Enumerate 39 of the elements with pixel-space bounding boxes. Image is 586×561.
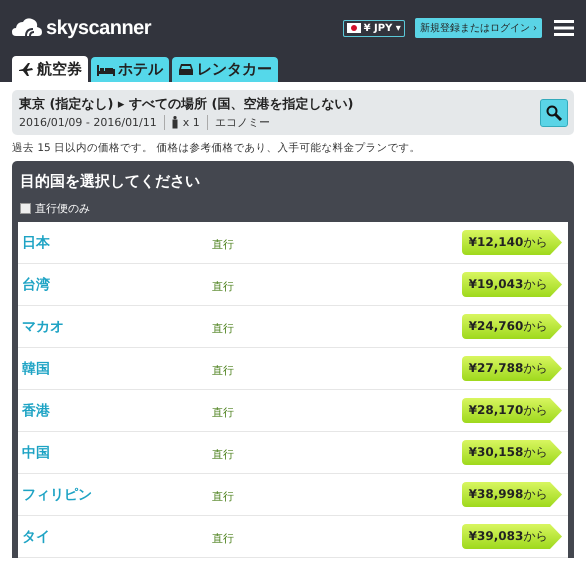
person-icon — [172, 116, 178, 129]
menu-icon[interactable] — [554, 20, 574, 36]
stops-text: 直行 — [212, 531, 235, 546]
cabin-text: エコノミー — [214, 115, 270, 130]
bed-icon — [97, 62, 115, 76]
price-note: 過去 15 日以内の価格です。 価格は参考価格であり、入手可能な料金プランです。 — [12, 141, 422, 155]
stops-text: 直行 — [212, 447, 235, 462]
logo-text[interactable]: skyscanner — [46, 16, 152, 40]
price-button[interactable]: ¥38,998から — [462, 482, 562, 507]
currency-selector[interactable]: ¥ JPY ▾ — [342, 20, 405, 36]
price-button[interactable]: ¥27,788から — [462, 356, 562, 381]
search-summary-card[interactable]: 東京 (指定なし) ▸ すべての場所 (国、空港を指定しない) 2016/01/09 - 2016/01/11 x 1 エコノミー — [12, 90, 574, 135]
stops-text: 直行 — [212, 279, 235, 294]
plane-icon — [18, 61, 34, 77]
dates-text: 2016/01/09 - 2016/01/11 — [19, 116, 157, 129]
travellers-text: x 1 — [182, 116, 200, 129]
price-button[interactable]: ¥39,083から — [462, 524, 562, 549]
price-button[interactable]: ¥19,043から — [462, 272, 562, 297]
stops-text: 直行 — [212, 405, 235, 420]
route-text: 東京 (指定なし) ▸ すべての場所 (国、空港を指定しない) — [19, 96, 354, 113]
price-button[interactable]: ¥24,760から — [462, 314, 562, 339]
search-button[interactable] — [540, 98, 568, 126]
tab[interactable]: レンタカー — [172, 57, 278, 82]
tab[interactable]: ホテル — [91, 57, 169, 82]
price-button[interactable]: ¥28,170から — [462, 398, 562, 423]
tab[interactable]: 航空券 — [12, 56, 88, 82]
search-icon — [546, 104, 562, 120]
stops-text: 直行 — [212, 321, 235, 336]
price-button[interactable]: ¥30,158から — [462, 440, 562, 465]
stops-text: 直行 — [212, 363, 235, 378]
checkbox[interactable] — [20, 203, 31, 214]
cloud-logo-icon — [12, 16, 44, 38]
stops-text: 直行 — [212, 489, 235, 504]
login-button[interactable]: 新規登録またはログイン › — [414, 18, 542, 38]
stops-text: 直行 — [212, 237, 235, 252]
price-button[interactable]: ¥12,140から — [462, 230, 562, 255]
checkbox-label: 直行便のみ — [35, 201, 90, 216]
flag-icon — [346, 23, 361, 33]
panel-title: 目的国を選択してください — [19, 171, 201, 192]
